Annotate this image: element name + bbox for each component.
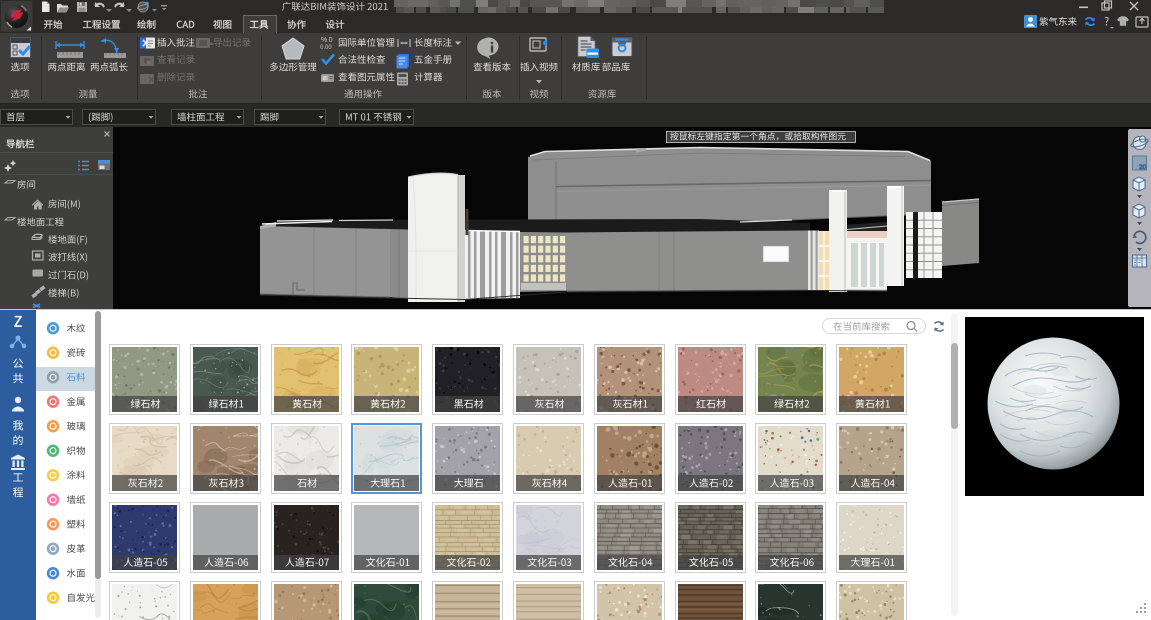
svg-text:0.00: 0.00 (320, 45, 332, 51)
svg-text:20: 20 (1139, 164, 1147, 171)
svg-text:% 0: % 0 (321, 37, 333, 44)
